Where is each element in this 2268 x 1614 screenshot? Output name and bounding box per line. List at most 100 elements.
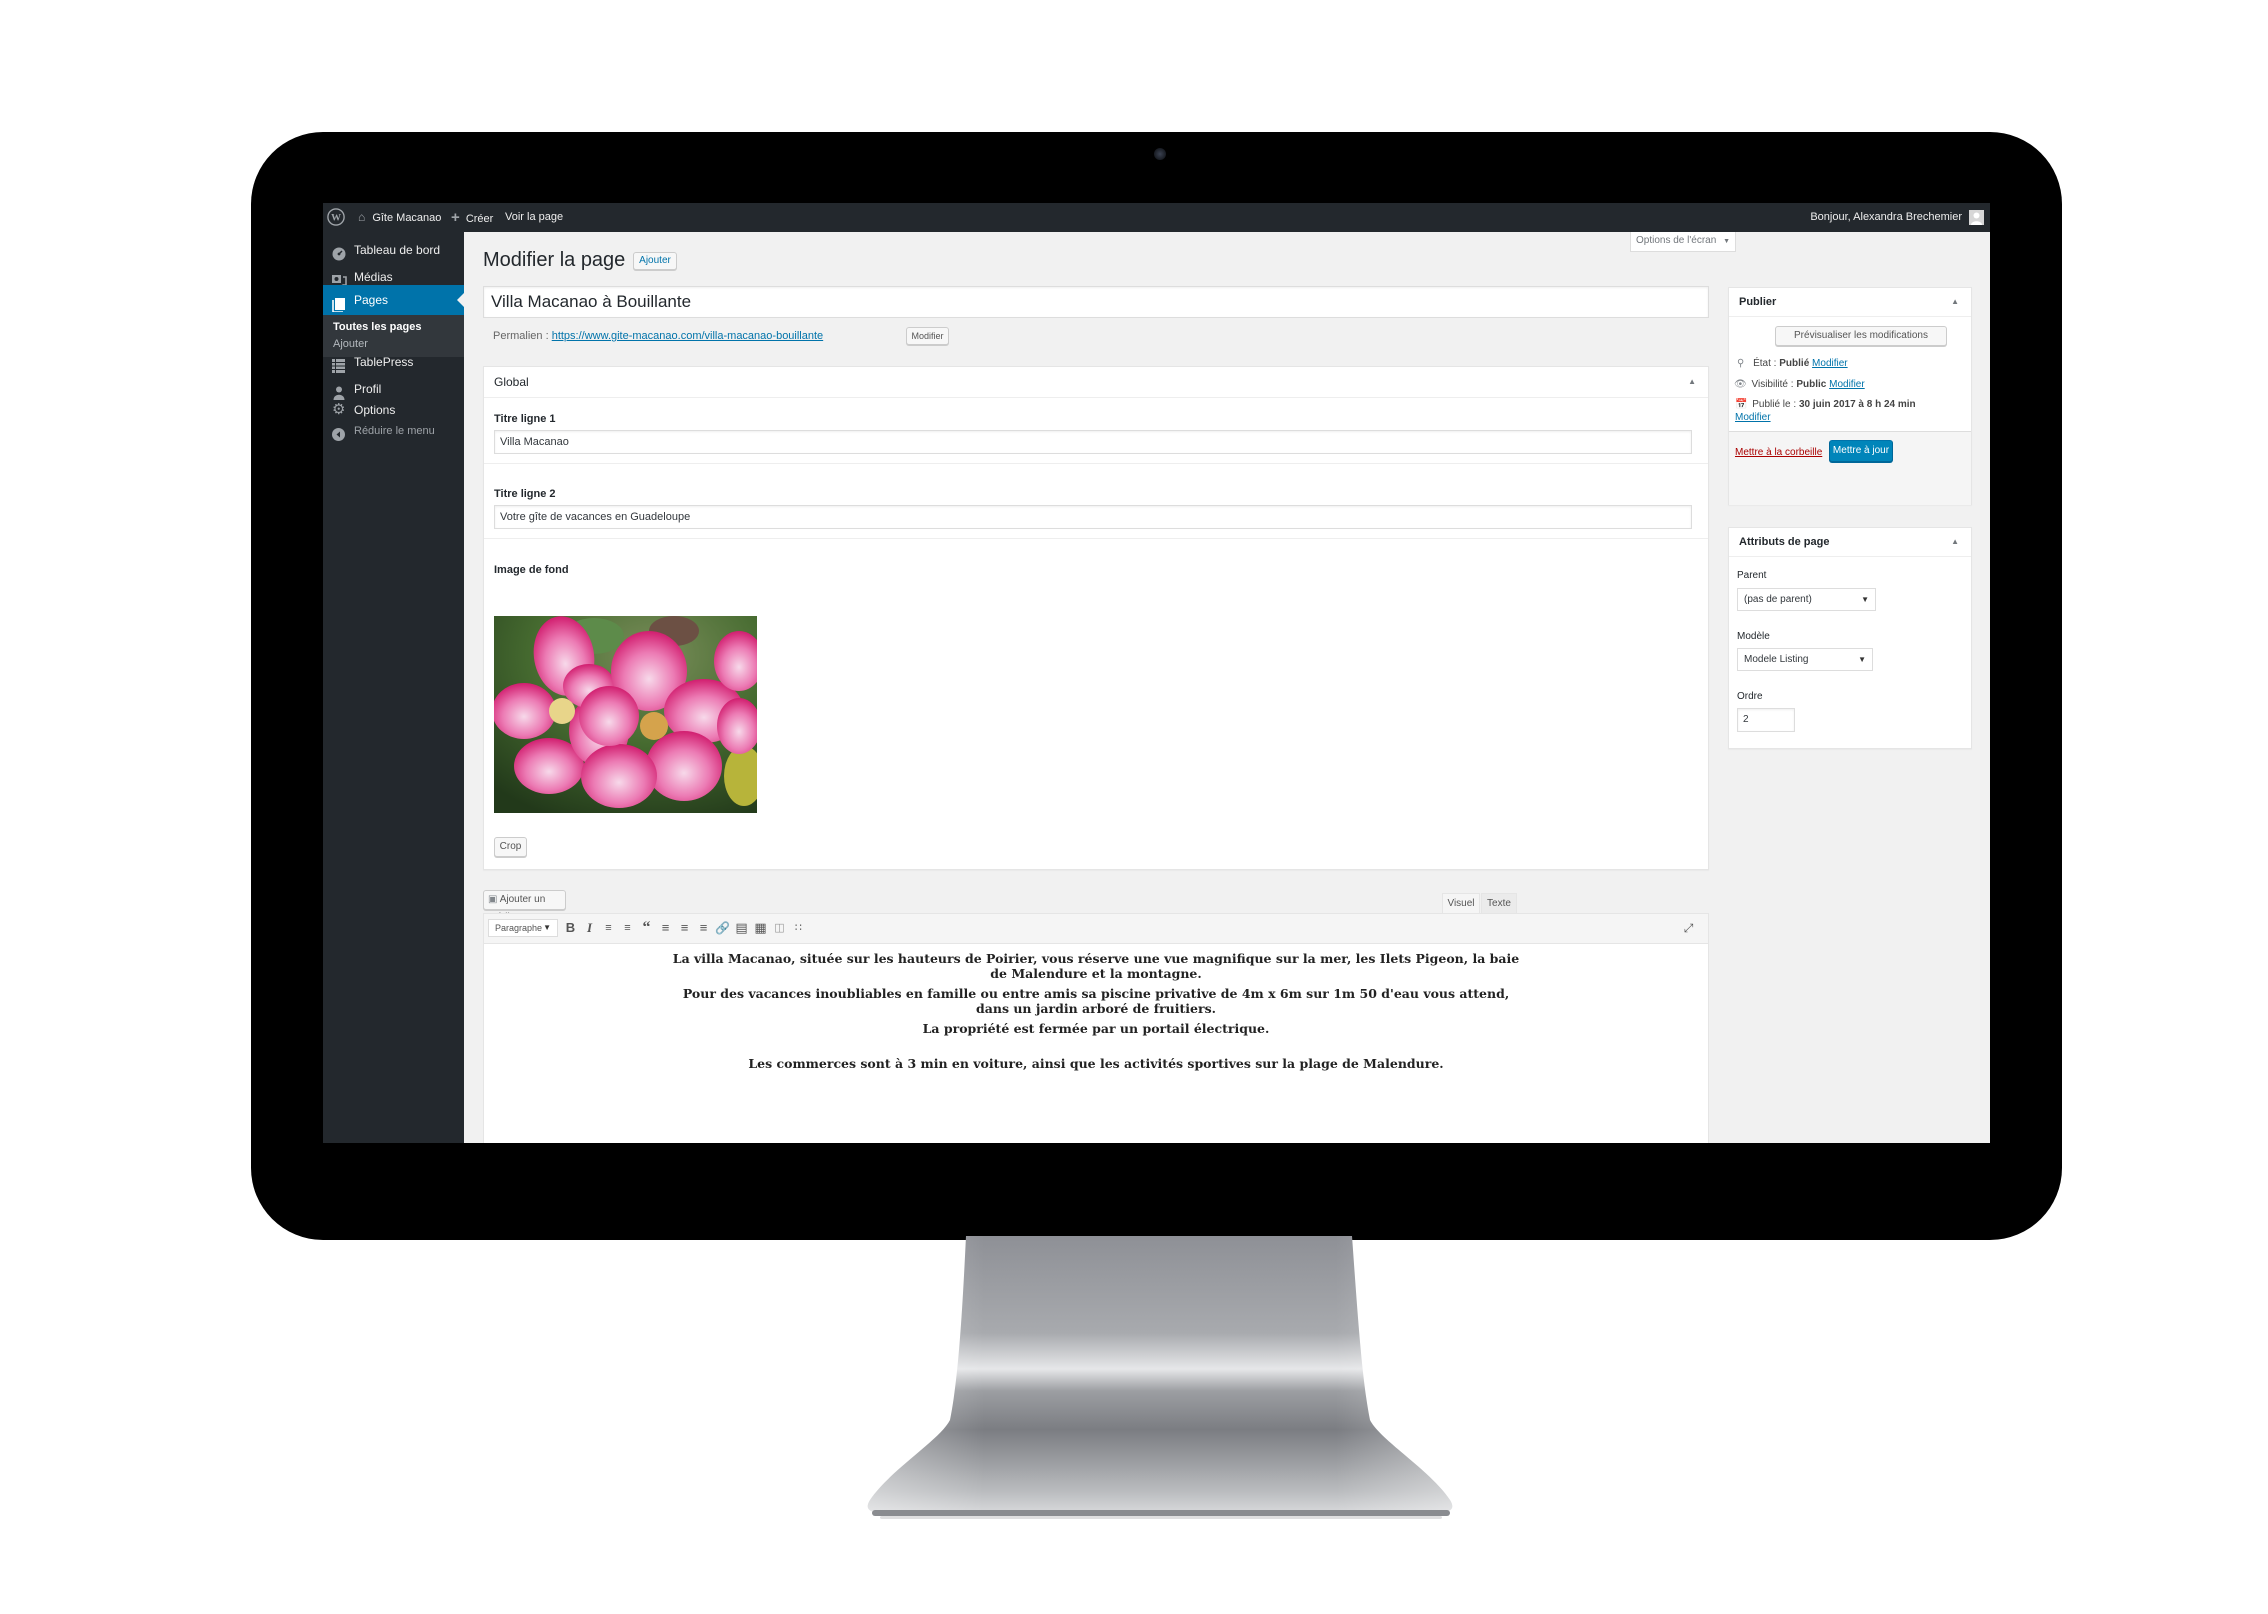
align-center-icon[interactable]: ≡ [675,914,694,942]
background-image-preview[interactable] [494,616,757,813]
view-page-link[interactable]: Voir la page [505,203,563,232]
tab-visual[interactable]: Visuel [1442,893,1480,913]
collapse-icon [332,424,346,441]
media-icon: ▣ [488,894,498,905]
add-new-page-button[interactable]: Ajouter [633,252,677,270]
permalink-label: Permalien : [493,330,549,342]
sidebar-item-label: Tableau de bord [354,243,441,257]
content-paragraph: La propriété est fermée par un portail é… [922,1021,1270,1036]
edit-date-link[interactable]: Modifier [1735,412,1771,423]
caret-down-icon: ▼ [1723,238,1730,245]
editor-container: Paragraphe ▼ B I ≡ ≡ “ ≡ ≡ ≡ 🔗 ▤ ▦ ◫ ∷ ⤢… [483,913,1709,1143]
sidebar-item-pages[interactable]: Pages [323,285,464,315]
blockquote-icon[interactable]: “ [637,914,656,942]
user-icon [332,382,346,400]
sidebar-item-tablepress[interactable]: TablePress [323,348,464,376]
content-paragraph: Les commerces sont à 3 min en voiture, a… [748,1056,1444,1071]
publish-metabox-header[interactable]: Publier ▲ [1729,288,1971,317]
svg-text:W: W [331,213,341,224]
publish-metabox-title: Publier [1739,296,1777,308]
wordpress-logo-icon[interactable]: W [327,203,347,232]
content-paragraph: Pour des vacances inoubliables en famill… [682,986,1510,1016]
admin-sidebar: Tableau de bord Médias Pages Toutes les … [323,232,464,1143]
field-divider [484,538,1708,539]
fullscreen-icon[interactable]: ⤢ [1679,914,1698,942]
title-line-2-input[interactable]: Votre gîte de vacances en Guadeloupe [494,505,1692,529]
page-attributes-metabox: Attributs de page ▲ Parent (pas de paren… [1728,527,1972,749]
order-input[interactable]: 2 [1737,708,1795,732]
template-select-value: Modele Listing [1744,654,1809,665]
published-value: 30 juin 2017 à 8 h 24 min [1798,399,1916,410]
edit-permalink-button[interactable]: Modifier [906,327,949,345]
current-menu-pointer [457,293,464,307]
insert-table-icon[interactable]: ◫ [770,914,789,942]
bullet-list-icon[interactable]: ≡ [599,914,618,942]
publish-metabox: Publier ▲ Prévisualiser les modification… [1728,287,1972,505]
collapse-arrow-icon[interactable]: ▲ [1951,528,1959,556]
plus-icon: + [451,209,460,226]
toolbar-toggle-icon[interactable]: ▦ [751,914,770,942]
screen: W ⌂ Gîte Macanao + Créer Voir la page Bo… [323,203,1990,1143]
italic-icon[interactable]: I [580,914,599,942]
calendar-icon: 📅 [1735,399,1748,410]
publish-actions: Mettre à la corbeille Mettre à jour [1729,431,1971,505]
more-icon[interactable]: ∷ [789,914,808,942]
read-more-icon[interactable]: ▤ [732,914,751,942]
crop-button[interactable]: Crop [494,837,527,857]
caret-down-icon: ▼ [1858,655,1866,664]
submenu-all-pages[interactable]: Toutes les pages [333,321,421,333]
table-icon [332,355,346,373]
permalink-row: Permalien : https://www.gite-macanao.com… [493,330,823,342]
collapse-arrow-icon[interactable]: ▲ [1688,367,1696,397]
collapse-menu-button[interactable]: Réduire le menu [323,417,464,445]
format-select[interactable]: Paragraphe ▼ [488,919,558,937]
bold-icon[interactable]: B [561,914,580,942]
update-button[interactable]: Mettre à jour [1829,440,1893,462]
page-attributes-header[interactable]: Attributs de page ▲ [1729,528,1971,557]
page-attributes-title: Attributs de page [1739,536,1830,548]
tab-text[interactable]: Texte [1481,893,1517,913]
sidebar-item-label: Pages [354,293,389,307]
new-content-label: Créer [465,213,494,225]
global-metabox-header[interactable]: Global ▲ [484,367,1708,398]
new-content-link[interactable]: + Créer [451,203,493,232]
edit-visibility-link[interactable]: Modifier [1829,379,1865,390]
numbered-list-icon[interactable]: ≡ [618,914,637,942]
editor-content[interactable]: La villa Macanao, située sur les hauteur… [484,944,1708,1143]
global-metabox: Global ▲ Titre ligne 1 Villa Macanao Tit… [483,366,1709,870]
add-media-button[interactable]: ▣ Ajouter un média [483,890,566,923]
screen-options-label: Options de l'écran [1635,235,1717,246]
format-select-value: Paragraphe [495,923,543,933]
parent-select[interactable]: (pas de parent) ▼ [1737,588,1876,611]
post-title-input[interactable]: Villa Macanao à Bouillante [483,286,1709,318]
sidebar-item-dashboard[interactable]: Tableau de bord [323,236,464,264]
published-label: Publié le : [1752,399,1797,410]
template-select[interactable]: Modele Listing ▼ [1737,648,1873,671]
greeting-link[interactable]: Bonjour, Alexandra Brechemier [1810,203,1962,232]
link-icon[interactable]: 🔗 [713,914,732,942]
align-left-icon[interactable]: ≡ [656,914,675,942]
preview-changes-button[interactable]: Prévisualiser les modifications [1775,326,1947,346]
order-label: Ordre [1737,691,1763,702]
sidebar-item-label: Réduire le menu [354,425,435,437]
align-right-icon[interactable]: ≡ [694,914,713,942]
visibility-label: Visibilité : [1751,379,1794,390]
field-label-background-image: Image de fond [494,564,569,576]
editor-toolbar: Paragraphe ▼ B I ≡ ≡ “ ≡ ≡ ≡ 🔗 ▤ ▦ ◫ ∷ ⤢ [484,914,1708,944]
pages-icon [332,293,346,313]
webcam-icon [1154,148,1166,160]
trash-link[interactable]: Mettre à la corbeille [1735,447,1822,458]
global-metabox-title: Global [494,375,529,389]
collapse-arrow-icon[interactable]: ▲ [1951,288,1959,316]
screen-options-button[interactable]: Options de l'écran ▼ [1630,232,1736,252]
permalink-url[interactable]: https://www.gite-macanao.com/villa-macan… [552,330,823,342]
site-name-link[interactable]: ⌂ Gîte Macanao [358,203,441,232]
title-line-1-input[interactable]: Villa Macanao [494,430,1692,454]
avatar[interactable] [1969,210,1984,225]
caret-down-icon: ▼ [543,923,551,932]
edit-status-link[interactable]: Modifier [1812,358,1848,369]
status-row: ⚲ État : Publié Modifier [1737,358,1848,369]
home-icon: ⌂ [358,210,366,224]
site-name: Gîte Macanao [372,212,442,224]
field-label-title-line-2: Titre ligne 2 [494,488,556,500]
